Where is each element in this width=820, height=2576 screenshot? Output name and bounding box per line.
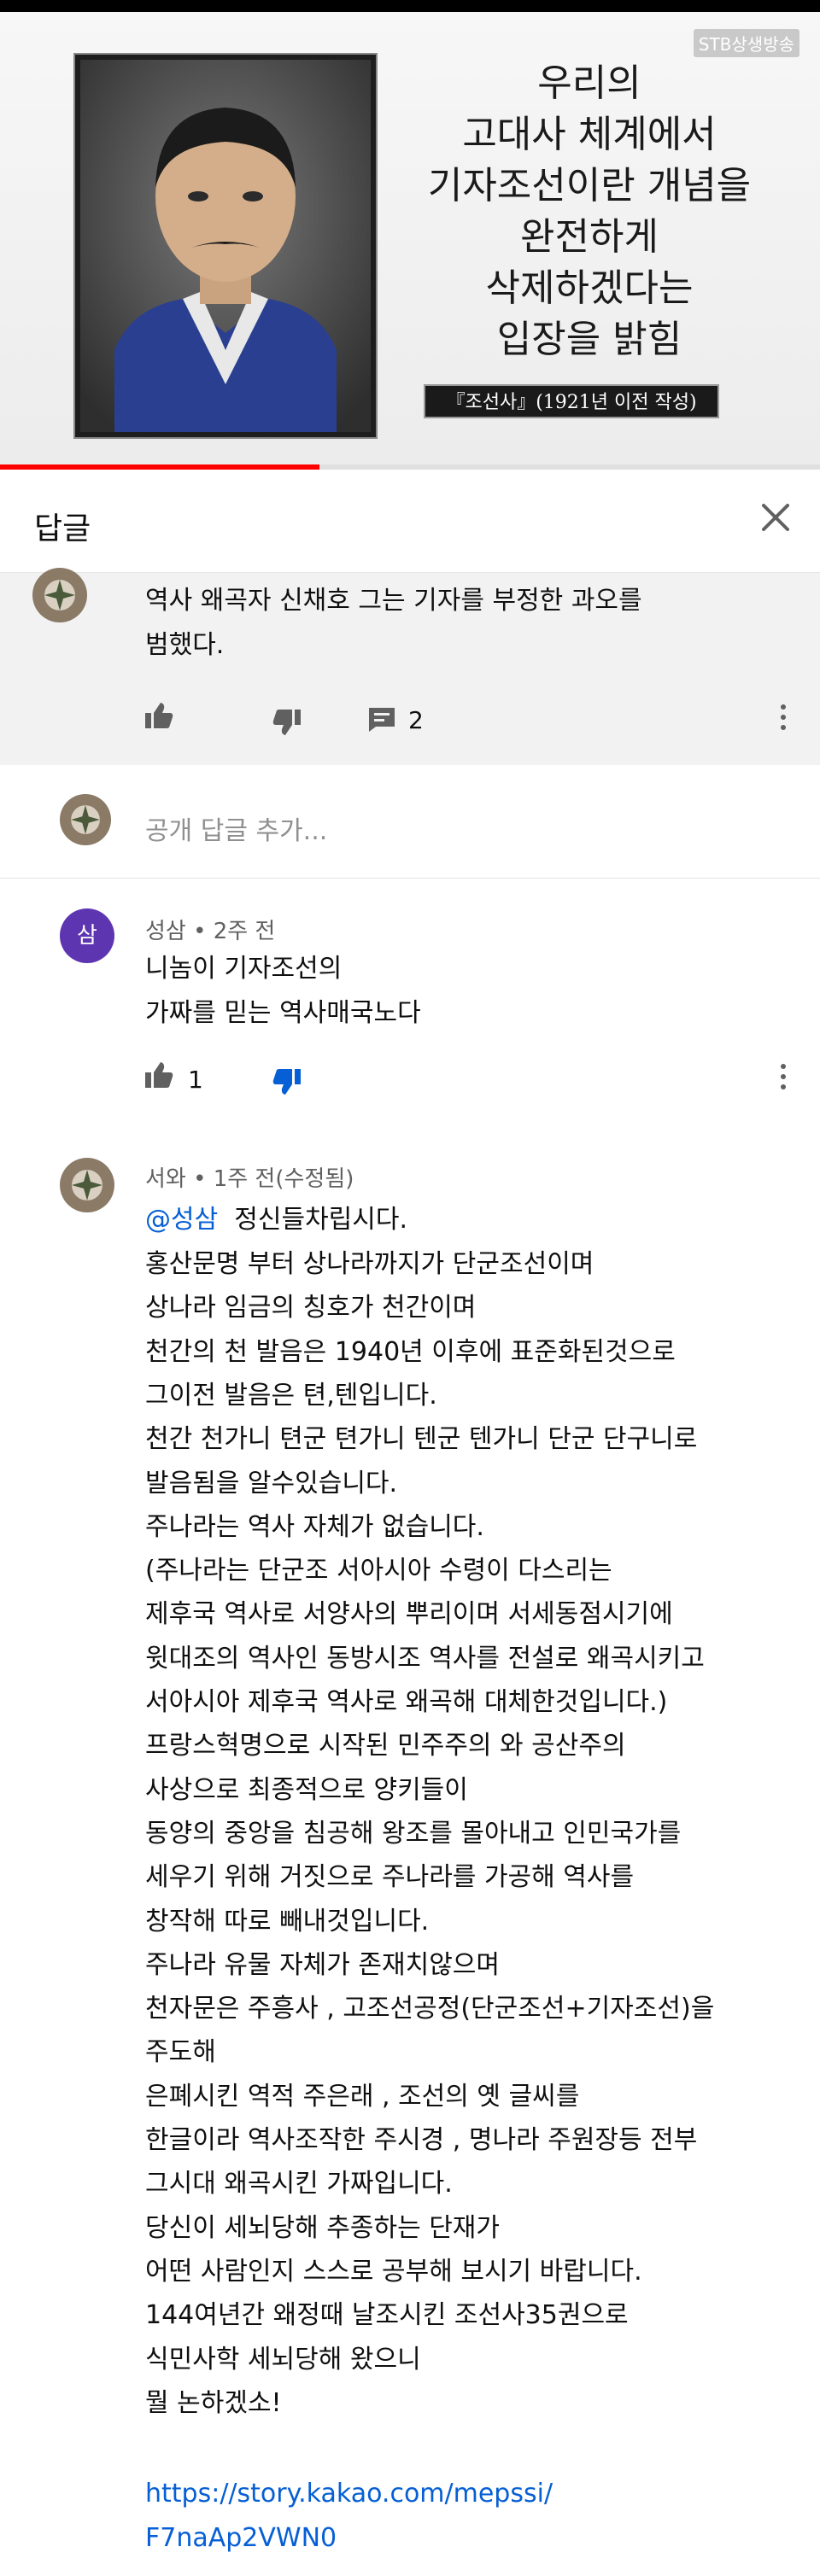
comment-text-line: 주도해	[145, 2037, 216, 2068]
comment-text-line: 주나라 유물 자체가 존재치않으며	[145, 1949, 501, 1980]
avatar	[60, 794, 111, 845]
comment-text-line: 은폐시킨 역적 주은래 , 조선의 옛 글씨를	[145, 2081, 580, 2112]
portrait-image	[75, 55, 376, 437]
comment-text-line: 사상으로 최종적으로 양키들이	[145, 1774, 468, 1805]
dislike-button[interactable]	[272, 1067, 302, 1100]
comment-text-line: 창작해 따로 빼내것입니다.	[145, 1906, 430, 1936]
comment-text-line: 프랑스혁명으로 시작된 민주주의 와 공산주의	[145, 1731, 626, 1761]
comment-text-line: 뭘 논하겠소!	[145, 2387, 282, 2418]
comment-first-line: @성삼 정신들차립시다.	[145, 1199, 407, 1241]
headline-line: 완전하게	[520, 215, 659, 259]
reply-button[interactable]	[367, 706, 396, 737]
avatar[interactable]	[60, 1158, 114, 1212]
comment-text-line: 천간 천가니 텬군 텬가니 텐군 텐가니 단군 단구니로	[145, 1424, 698, 1455]
close-icon[interactable]	[757, 499, 794, 536]
comment-text-line: 홍산문명 부터 상나라까지가 단군조선이며	[145, 1249, 594, 1279]
comment-text-line: 어떤 사람인지 스스로 공부해 보시기 바랍니다.	[145, 2256, 642, 2287]
comment-text: 정신들차립시다.	[218, 1205, 408, 1235]
comment-meta: 성삼 • 2주 전	[145, 919, 276, 944]
headline-line: 삭제하겠다는	[485, 266, 694, 310]
add-reply-row: 공개 답글 추가...	[0, 765, 820, 879]
more-options-icon[interactable]	[781, 704, 788, 735]
like-button[interactable]	[144, 701, 174, 733]
comment-link[interactable]: F7naAp2VWN0	[145, 2517, 337, 2560]
headline-line: 기자조선이란 개념을	[427, 164, 752, 207]
comment-text-line: 144여년간 왜정때 날조시킨 조선사35권으로	[145, 2300, 629, 2331]
parent-comment: 역사 왜곡자 신채호 그는 기자를 부정한 과오를 범했다. 2	[0, 568, 820, 765]
thumb-down-icon	[272, 710, 301, 735]
comment-text-line: 니놈이 기자조선의	[145, 954, 343, 984]
source-caption: 『조선사』(1921년 이전 작성)	[424, 384, 719, 418]
comment-text-line: 천자문은 주흥사 , 고조선공정(단군조선+기자조선)을	[145, 1994, 715, 2024]
comment-text-line: 역사 왜곡자 신채호 그는 기자를 부정한 과오를	[145, 586, 642, 616]
dislike-button[interactable]	[272, 708, 302, 740]
comment-icon	[369, 708, 395, 732]
comment-link[interactable]: https://story.kakao.com/mepssi/	[145, 2473, 553, 2515]
comment-text-line: 가짜를 믿는 역사매국노다	[145, 998, 421, 1028]
comment-text-line: (주나라는 단군조 서아시아 수령이 다스리는	[145, 1556, 612, 1586]
reply-input[interactable]: 공개 답글 추가...	[145, 809, 327, 847]
more-options-icon[interactable]	[781, 1064, 788, 1095]
headline-line: 우리의	[537, 61, 641, 105]
thumb-up-icon	[145, 703, 173, 728]
comment-text-line: 천간의 천 발음은 1940년 이후에 표준화된것으로	[145, 1336, 676, 1367]
like-button[interactable]	[144, 1060, 174, 1093]
like-count: 1	[188, 1066, 203, 1094]
comment-text-line: 상나라 임금의 칭호가 천간이며	[145, 1293, 477, 1323]
panel-title: 답글	[34, 511, 91, 546]
video-headline: 우리의 고대사 체계에서 기자조선이란 개념을 완전하게 삭제하겠다는 입장을 …	[393, 58, 786, 365]
comment-text-line: 식민사학 세뇌당해 왔으니	[145, 2344, 421, 2374]
comment-text-line: 세우기 위해 거짓으로 주나라를 가공해 역사를	[145, 1862, 635, 1893]
headline-line: 고대사 체계에서	[462, 113, 717, 156]
comment-text-line: 그시대 왜곡시킨 가짜입니다.	[145, 2169, 453, 2199]
reply-count: 2	[408, 706, 424, 734]
video-player[interactable]: STB상생방송 우리의 고대사 체계에서 기자조선이란 개념을 완전하게 삭제하…	[0, 12, 820, 464]
avatar[interactable]	[32, 568, 87, 622]
avatar[interactable]: 삼	[60, 908, 114, 963]
comment-text-line: 발음됨을 알수있습니다.	[145, 1468, 398, 1498]
comment-text-line: 제후국 역사로 서양사의 뿌리이며 서세동점시기에	[145, 1599, 673, 1630]
comment-text-line: 그이전 발음은 텬,텐입니다.	[145, 1380, 437, 1411]
headline-line: 입장을 밝힘	[496, 318, 682, 361]
comment-text-line: 범했다.	[145, 630, 225, 660]
replies-header: 답글	[0, 470, 820, 573]
channel-watermark: STB상생방송	[693, 29, 800, 57]
mention-link[interactable]: @성삼	[145, 1205, 218, 1235]
thumb-up-icon	[145, 1062, 173, 1088]
thumb-down-icon	[272, 1069, 301, 1095]
comment-text-line: 당신이 세뇌당해 추종하는 단재가	[145, 2212, 501, 2243]
comment-text-line: 동양의 중앙을 침공해 왕조를 몰아내고 인민국가를	[145, 1818, 682, 1849]
status-bar	[0, 0, 820, 12]
comment-text-line: 서아시아 제후국 역사로 왜곡해 대체한것입니다.)	[145, 1687, 668, 1717]
comment-text-line: 주나라는 역사 자체가 없습니다.	[145, 1511, 484, 1542]
comment-text-line: 윗대조의 역사인 동방시조 역사를 전설로 왜곡시키고	[145, 1643, 705, 1674]
comment-text-line: 한글이라 역사조작한 주시경 , 명나라 주원장등 전부	[145, 2125, 698, 2155]
comment-meta: 서와 • 1주 전(수정됨)	[145, 1166, 354, 1192]
